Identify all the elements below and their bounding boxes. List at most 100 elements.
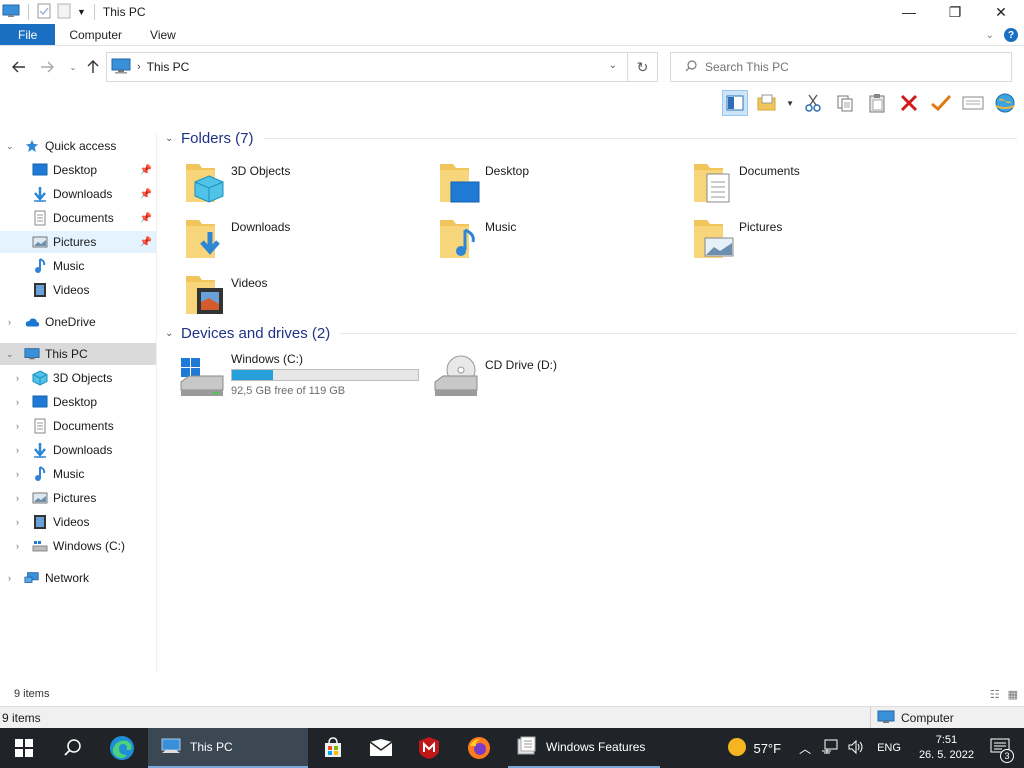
large-icons-view-icon[interactable]: ▦ bbox=[1008, 688, 1018, 701]
folders-group-header[interactable]: ⌄ Folders (7) bbox=[165, 127, 1017, 149]
navigation-pane-button[interactable] bbox=[722, 90, 749, 116]
chevron-down-icon[interactable]: ⌄ bbox=[6, 349, 14, 360]
pin-icon[interactable]: 📌 bbox=[140, 213, 152, 224]
zone-label: Computer bbox=[901, 711, 954, 725]
address-dropdown-icon[interactable]: ⌄ bbox=[609, 60, 617, 71]
sidebar-item-downloads[interactable]: Downloads 📌 bbox=[0, 183, 156, 205]
search-input[interactable] bbox=[705, 60, 1005, 74]
minimize-button[interactable]: — bbox=[886, 0, 932, 24]
tab-view[interactable]: View bbox=[136, 24, 190, 45]
group-title: Folders (7) bbox=[181, 129, 254, 147]
sidebar-item-pictures[interactable]: Pictures 📌 bbox=[0, 231, 156, 253]
drive-tile-cd-d[interactable]: CD Drive (D:) bbox=[419, 348, 669, 398]
folder-tile-videos[interactable]: Videos bbox=[165, 268, 415, 318]
mail-icon[interactable] bbox=[358, 728, 404, 768]
help-icon[interactable]: ? bbox=[1004, 28, 1018, 42]
properties-button[interactable] bbox=[960, 90, 986, 116]
chevron-right-icon[interactable]: › bbox=[16, 421, 19, 431]
search-box[interactable] bbox=[670, 52, 1012, 82]
sidebar-item-windows-c[interactable]: › Windows (C:) bbox=[0, 535, 156, 557]
chevron-right-icon[interactable]: › bbox=[8, 573, 11, 583]
expand-ribbon-icon[interactable]: ⌄ bbox=[986, 30, 994, 41]
chevron-up-icon[interactable]: ︿ bbox=[799, 740, 811, 757]
breadcrumb-separator[interactable]: › bbox=[137, 61, 141, 73]
volume-icon[interactable] bbox=[847, 739, 865, 758]
sidebar-item-this-pc[interactable]: ⌄ This PC bbox=[0, 343, 156, 365]
new-folder-button[interactable] bbox=[754, 90, 780, 116]
new-folder-icon[interactable] bbox=[57, 3, 71, 22]
sidebar-item-documents-pc[interactable]: › Documents bbox=[0, 415, 156, 437]
drive-tile-windows-c[interactable]: Windows (C:) 92,5 GB free of 119 GB bbox=[165, 348, 419, 398]
notification-center-icon[interactable]: 3 bbox=[990, 738, 1014, 763]
chevron-right-icon[interactable]: › bbox=[16, 493, 19, 503]
pin-icon[interactable]: 📌 bbox=[140, 165, 152, 176]
breadcrumb-this-pc[interactable]: This PC bbox=[147, 60, 190, 74]
tab-file[interactable]: File bbox=[0, 24, 56, 45]
close-button[interactable]: ✕ bbox=[978, 0, 1024, 24]
cut-button[interactable] bbox=[800, 90, 826, 116]
language-indicator[interactable]: ENG bbox=[877, 742, 901, 754]
chevron-right-icon[interactable]: › bbox=[16, 397, 19, 407]
sidebar-item-documents[interactable]: Documents 📌 bbox=[0, 207, 156, 229]
globe-icon[interactable] bbox=[992, 90, 1018, 116]
chevron-right-icon[interactable]: › bbox=[8, 317, 11, 327]
sidebar-item-desktop[interactable]: Desktop 📌 bbox=[0, 159, 156, 181]
chevron-right-icon[interactable]: › bbox=[16, 517, 19, 527]
sidebar-item-desktop-pc[interactable]: › Desktop bbox=[0, 391, 156, 413]
delete-button[interactable] bbox=[896, 90, 922, 116]
start-button[interactable] bbox=[0, 728, 48, 768]
sidebar-item-videos[interactable]: Videos bbox=[0, 279, 156, 301]
chevron-right-icon[interactable]: › bbox=[16, 469, 19, 479]
folder-tile-music[interactable]: Music bbox=[419, 212, 669, 262]
clock[interactable]: 7:51 26. 5. 2022 bbox=[919, 733, 974, 763]
chevron-right-icon[interactable]: › bbox=[16, 373, 19, 383]
store-icon[interactable] bbox=[310, 728, 356, 768]
devices-group-header[interactable]: ⌄ Devices and drives (2) bbox=[165, 322, 1017, 344]
refresh-button[interactable]: ↻ bbox=[627, 53, 657, 81]
folder-tile-3d-objects[interactable]: 3D Objects bbox=[165, 156, 415, 206]
sidebar-item-videos-pc[interactable]: › Videos bbox=[0, 511, 156, 533]
chevron-right-icon[interactable]: › bbox=[16, 541, 19, 551]
forward-button[interactable] bbox=[36, 56, 58, 78]
sidebar-item-quick-access[interactable]: ⌄ Quick access bbox=[0, 135, 156, 157]
new-folder-dropdown-icon[interactable]: ▼ bbox=[786, 99, 794, 108]
mcafee-icon[interactable] bbox=[406, 728, 452, 768]
recent-locations-icon[interactable]: ⌄ bbox=[62, 56, 84, 78]
sidebar-item-pictures-pc[interactable]: › Pictures bbox=[0, 487, 156, 509]
sidebar-item-network[interactable]: › Network bbox=[0, 567, 156, 589]
sidebar-item-music-pc[interactable]: › Music bbox=[0, 463, 156, 485]
computer-icon[interactable] bbox=[2, 4, 20, 21]
address-bar[interactable]: › This PC ⌄ ↻ bbox=[106, 52, 658, 82]
network-tray-icon[interactable] bbox=[821, 739, 839, 758]
properties-icon[interactable] bbox=[37, 3, 51, 22]
weather-widget[interactable]: 57°F bbox=[727, 737, 781, 760]
folder-tile-downloads[interactable]: Downloads bbox=[165, 212, 415, 262]
pin-icon[interactable]: 📌 bbox=[140, 237, 152, 248]
sidebar-item-downloads-pc[interactable]: › Downloads bbox=[0, 439, 156, 461]
tab-computer[interactable]: Computer bbox=[55, 24, 136, 45]
firefox-icon[interactable] bbox=[456, 728, 502, 768]
edge-browser-icon[interactable] bbox=[98, 728, 146, 768]
chevron-down-icon[interactable]: ⌄ bbox=[6, 141, 14, 152]
back-button[interactable] bbox=[8, 56, 30, 78]
pin-icon[interactable]: 📌 bbox=[140, 189, 152, 200]
up-button[interactable] bbox=[82, 56, 104, 78]
folder-tile-desktop[interactable]: Desktop bbox=[419, 156, 669, 206]
chevron-down-icon[interactable]: ⌄ bbox=[165, 328, 181, 339]
taskbar-app-this-pc[interactable]: This PC bbox=[148, 728, 308, 768]
chevron-down-icon[interactable]: ⌄ bbox=[165, 133, 181, 144]
search-button[interactable] bbox=[50, 728, 96, 768]
sidebar-item-music[interactable]: Music bbox=[0, 255, 156, 277]
folder-tile-documents[interactable]: Documents bbox=[673, 156, 923, 206]
sidebar-item-3d-objects[interactable]: › 3D Objects bbox=[0, 367, 156, 389]
rename-check-button[interactable] bbox=[928, 90, 954, 116]
folder-tile-pictures[interactable]: Pictures bbox=[673, 212, 923, 262]
customize-dropdown-icon[interactable]: ▼ bbox=[77, 7, 86, 17]
paste-button[interactable] bbox=[864, 90, 890, 116]
maximize-button[interactable]: ❐ bbox=[932, 0, 978, 24]
chevron-right-icon[interactable]: › bbox=[16, 445, 19, 455]
sidebar-item-onedrive[interactable]: › OneDrive bbox=[0, 311, 156, 333]
copy-button[interactable] bbox=[832, 90, 858, 116]
taskbar-app-windows-features[interactable]: Windows Features bbox=[508, 728, 660, 768]
details-view-icon[interactable]: ☷ bbox=[990, 688, 1000, 701]
